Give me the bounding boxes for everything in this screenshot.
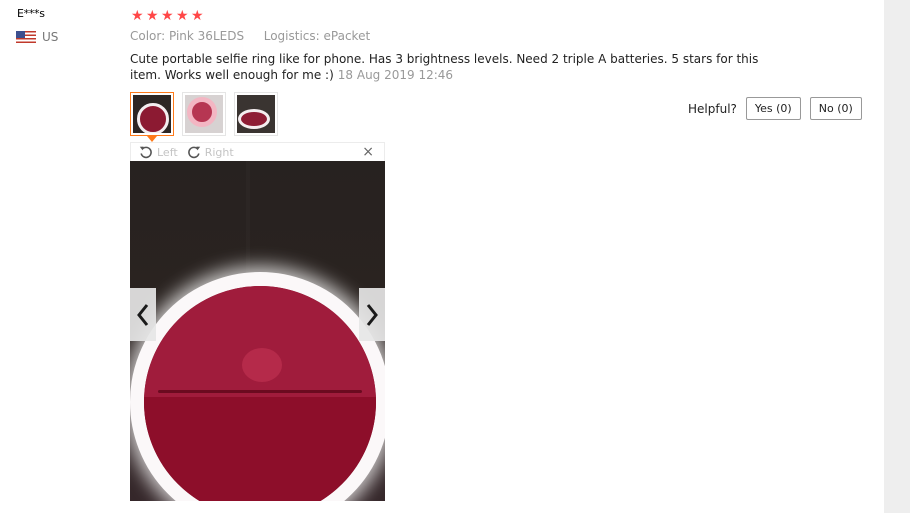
ring-light-photo xyxy=(133,95,171,133)
review-photo-thumbnail-1[interactable] xyxy=(130,92,174,142)
helpful-vote: Helpful? Yes (0) No (0) xyxy=(688,97,862,120)
us-flag-icon xyxy=(16,31,36,43)
logistics-label: Logistics: xyxy=(263,29,320,43)
reviewer-name: E***s xyxy=(17,7,45,20)
rotate-left-icon xyxy=(139,146,152,159)
previous-photo-button[interactable] xyxy=(130,288,156,341)
rotate-left-label: Left xyxy=(157,145,178,159)
star-rating: ★ ★ ★ ★ ★ xyxy=(131,9,205,23)
star-icon: ★ xyxy=(146,8,159,24)
review-meta: Color: Pink 36LEDS Logistics: ePacket xyxy=(130,29,370,43)
chevron-right-icon xyxy=(366,303,378,326)
color-label: Color: xyxy=(130,29,166,43)
review-photo-thumbnails xyxy=(130,92,278,142)
color-value: Pink 36LEDS xyxy=(169,29,245,43)
country-code: US xyxy=(42,30,59,44)
rotate-right-icon xyxy=(187,146,200,159)
helpful-no-button[interactable]: No (0) xyxy=(809,97,862,120)
helpful-yes-button[interactable]: Yes (0) xyxy=(745,97,801,120)
rotate-right-label: Right xyxy=(204,145,234,159)
helpful-label: Helpful? xyxy=(688,101,737,116)
rotate-left-button[interactable]: Left xyxy=(139,145,178,159)
ring-light-photo xyxy=(185,95,223,133)
review-date: 18 Aug 2019 12:46 xyxy=(337,68,454,82)
chevron-left-icon xyxy=(137,303,149,326)
close-viewer-icon[interactable]: × xyxy=(362,144,374,160)
logistics-value: ePacket xyxy=(323,29,371,43)
star-icon: ★ xyxy=(131,8,144,24)
review-photo-large xyxy=(130,161,385,501)
rotate-right-button[interactable]: Right xyxy=(187,145,234,159)
next-photo-button[interactable] xyxy=(359,288,385,341)
photo-viewer-toolbar: Left Right × xyxy=(130,142,385,161)
ring-light-photo xyxy=(237,95,275,133)
review-body: Cute portable selfie ring like for phone… xyxy=(130,51,790,83)
review-photo-thumbnail-2[interactable] xyxy=(182,92,226,136)
reviewer-country: US xyxy=(16,30,58,44)
page-scroll-gutter xyxy=(884,0,910,513)
star-icon: ★ xyxy=(191,8,204,24)
star-icon: ★ xyxy=(161,8,174,24)
review-photo-thumbnail-3[interactable] xyxy=(234,92,278,136)
star-icon: ★ xyxy=(176,8,189,24)
ring-light-image xyxy=(130,272,385,501)
